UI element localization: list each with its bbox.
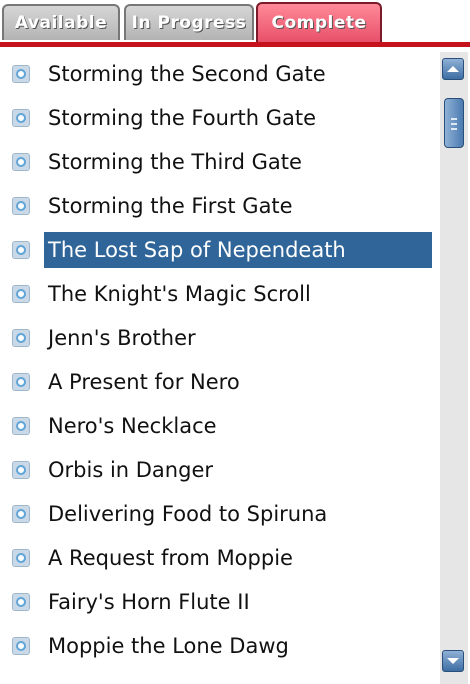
quest-complete-icon [12, 241, 30, 259]
scroll-down-button[interactable] [442, 650, 464, 672]
quest-list-item[interactable]: Moppie the Lone Dawg [0, 624, 436, 668]
ring-icon [16, 509, 26, 519]
ring-icon [16, 201, 26, 211]
quest-label: Fairy's Horn Flute II [48, 590, 250, 614]
quest-list-item[interactable]: The Lost Sap of Nependeath [0, 228, 436, 272]
quest-list-item[interactable]: Fairy's Horn Flute II [0, 580, 436, 624]
quest-tab-bar: Available In Progress Complete [0, 0, 470, 44]
ring-icon [16, 289, 26, 299]
quest-label: Storming the Second Gate [48, 62, 326, 86]
quest-complete-icon [12, 637, 30, 655]
quest-label: A Present for Nero [48, 370, 240, 394]
quest-list-item[interactable]: A Request from Moppie [0, 536, 436, 580]
quest-complete-icon [12, 373, 30, 391]
quest-complete-icon [12, 329, 30, 347]
ring-icon [16, 553, 26, 563]
tab-complete[interactable]: Complete [256, 2, 382, 42]
grip-line [451, 128, 457, 130]
scrollbar-thumb[interactable] [444, 98, 464, 148]
quest-label: Storming the Third Gate [48, 150, 302, 174]
ring-icon [16, 69, 26, 79]
quest-complete-icon [12, 65, 30, 83]
quest-complete-icon [12, 153, 30, 171]
scrollbar[interactable] [440, 52, 468, 684]
quest-list-item[interactable]: Orbis in Danger [0, 448, 436, 492]
quest-label: The Lost Sap of Nependeath [44, 232, 432, 268]
quest-label: Moppie the Lone Dawg [48, 634, 289, 658]
quest-list: Storming the Second Gate Storming the Fou… [0, 52, 436, 684]
ring-icon [16, 157, 26, 167]
ring-icon [16, 597, 26, 607]
quest-list-item[interactable]: Storming the Fourth Gate [0, 96, 436, 140]
ring-icon [16, 377, 26, 387]
quest-list-item[interactable]: Nero's Necklace [0, 404, 436, 448]
tab-available[interactable]: Available [2, 4, 120, 40]
quest-complete-icon [12, 285, 30, 303]
ring-icon [16, 245, 26, 255]
grip-line [451, 118, 457, 120]
ring-icon [16, 465, 26, 475]
quest-list-item[interactable]: Storming the Second Gate [0, 52, 436, 96]
scroll-up-button[interactable] [442, 58, 464, 80]
quest-label: A Request from Moppie [48, 546, 293, 570]
quest-complete-icon [12, 593, 30, 611]
ring-icon [16, 333, 26, 343]
tab-divider [0, 42, 470, 47]
quest-complete-icon [12, 505, 30, 523]
ring-icon [16, 113, 26, 123]
quest-label: Orbis in Danger [48, 458, 213, 482]
quest-complete-icon [12, 197, 30, 215]
quest-complete-icon [12, 461, 30, 479]
ring-icon [16, 641, 26, 651]
quest-label: Delivering Food to Spiruna [48, 502, 328, 526]
quest-complete-icon [12, 549, 30, 567]
quest-complete-icon [12, 417, 30, 435]
quest-label: Storming the Fourth Gate [48, 106, 317, 130]
quest-list-item[interactable]: Delivering Food to Spiruna [0, 492, 436, 536]
quest-list-item[interactable]: Storming the First Gate [0, 184, 436, 228]
quest-list-item[interactable]: The Knight's Magic Scroll [0, 272, 436, 316]
grip-line [451, 123, 457, 125]
quest-list-item[interactable]: A Present for Nero [0, 360, 436, 404]
quest-label: Storming the First Gate [48, 194, 293, 218]
quest-label: The Knight's Magic Scroll [48, 282, 311, 306]
quest-list-item[interactable]: Storming the Third Gate [0, 140, 436, 184]
ring-icon [16, 421, 26, 431]
arrow-up-icon [447, 66, 459, 72]
quest-complete-icon [12, 109, 30, 127]
tab-in-progress[interactable]: In Progress [124, 4, 254, 40]
quest-list-item[interactable]: Jenn's Brother [0, 316, 436, 360]
quest-label: Nero's Necklace [48, 414, 217, 438]
arrow-down-icon [447, 658, 459, 664]
quest-label: Jenn's Brother [48, 326, 196, 350]
